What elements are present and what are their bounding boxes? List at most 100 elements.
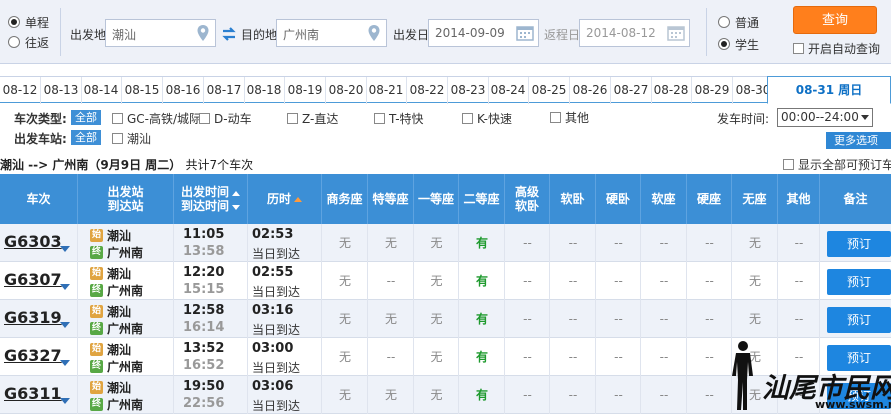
date-tab[interactable]: 08-31 周日 (767, 76, 891, 104)
col-hard-seat: 硬座 (687, 174, 732, 224)
to-station: 终 广州南 (90, 358, 143, 375)
sort-by-depart[interactable]: 出发时间 (181, 185, 240, 199)
ticket-type-student[interactable]: 学生 (718, 33, 759, 55)
train-number-link[interactable]: G6307 (4, 270, 62, 289)
arrive-time: 16:14 (183, 320, 225, 335)
calendar-icon[interactable] (516, 25, 534, 41)
chevron-down-icon[interactable] (60, 284, 70, 290)
train-type-t[interactable]: T-特快 (374, 110, 424, 127)
date-tab[interactable]: 08-22 (407, 77, 448, 104)
station-name: 潮汕 (107, 267, 132, 281)
date-tab[interactable]: 08-15 (122, 77, 163, 104)
depart-time-select[interactable]: 00:00--24:00 (777, 108, 873, 127)
date-tab[interactable]: 08-26 (570, 77, 611, 104)
train-number-link[interactable]: G6303 (4, 232, 62, 251)
col-stations: 出发站 到达站 (78, 174, 174, 224)
train-number-link[interactable]: G6311 (4, 384, 62, 403)
date-tab[interactable]: 08-29 (692, 77, 733, 104)
train-type-d[interactable]: D-动车 (199, 110, 252, 127)
sort-up-icon (232, 191, 240, 196)
station-option[interactable]: 潮汕 (112, 130, 151, 147)
seat-high-soft: -- (523, 312, 532, 326)
date-tab[interactable]: 08-23 (448, 77, 489, 104)
column-header-label: 软卧 (560, 192, 585, 206)
depart-date-input[interactable]: 2014-09-09 (428, 19, 539, 47)
seat-premium: 无 (384, 312, 397, 326)
trip-type-label: 单程 (25, 15, 50, 30)
seat-business: 无 (338, 388, 351, 402)
to-station-value: 广州南 (283, 28, 320, 42)
location-pin-icon[interactable] (196, 24, 210, 42)
train-type-k[interactable]: K-快速 (462, 110, 512, 127)
date-tab[interactable]: 08-24 (488, 77, 529, 104)
from-station-input[interactable]: 潮汕 (105, 19, 216, 47)
chevron-down-icon[interactable] (60, 246, 70, 252)
book-button[interactable]: 预订 (827, 269, 891, 295)
date-tab[interactable]: 08-13 (41, 77, 82, 104)
station-all-button[interactable]: 全部 (71, 130, 101, 145)
auto-query-checkbox[interactable]: 开启自动查询 (793, 40, 880, 57)
date-tab[interactable]: 08-18 (244, 77, 285, 104)
return-date-label: 返程日 (544, 28, 581, 42)
date-tab[interactable]: 08-16 (163, 77, 204, 104)
date-tab[interactable]: 08-28 (651, 77, 692, 104)
checkbox-icon (462, 113, 473, 124)
show-all-checkbox[interactable]: 显示全部可预订车次 (783, 156, 891, 173)
from-station: 始 潮汕 (90, 265, 131, 282)
train-type-all-button[interactable]: 全部 (71, 110, 101, 125)
chevron-down-icon[interactable] (60, 322, 70, 328)
seat-second: 有 (475, 236, 488, 250)
calendar-icon[interactable] (667, 25, 685, 41)
seat-hard-seat: -- (705, 350, 714, 364)
date-tab[interactable]: 08-20 (326, 77, 367, 104)
depart-time: 12:58 (183, 303, 225, 318)
more-options-button[interactable]: 更多选项 (826, 132, 891, 161)
cell-divider (77, 224, 78, 262)
search-bar: 单程 往返 出发地 潮汕 目的地 广州南 出发日 2014-09-09 返程日 … (0, 0, 891, 64)
return-date-input[interactable]: 2014-08-12 (579, 19, 690, 47)
seat-high-soft: -- (523, 236, 532, 250)
to-station-input[interactable]: 广州南 (276, 19, 387, 47)
train-type-option-label: K-快速 (477, 112, 512, 126)
checkbox-icon (550, 112, 561, 123)
cell-divider (247, 338, 248, 376)
location-pin-icon[interactable] (367, 24, 381, 42)
train-type-other[interactable]: 其他 (550, 109, 589, 126)
book-button[interactable]: 预订 (827, 231, 891, 257)
train-number-link[interactable]: G6327 (4, 346, 62, 365)
seat-hard-seat: -- (705, 388, 714, 402)
column-header-label: 软卧 (514, 199, 539, 213)
col-hard-sleeper: 硬卧 (596, 174, 641, 224)
date-tab[interactable]: 08-19 (285, 77, 326, 104)
date-tab[interactable]: 08-17 (204, 77, 245, 104)
trip-type-oneway[interactable]: 单程 (8, 12, 49, 32)
date-tab[interactable]: 08-27 (611, 77, 652, 104)
date-tab[interactable]: 08-25 (529, 77, 570, 104)
from-station: 始 潮汕 (90, 303, 131, 320)
train-type-gc[interactable]: GC-高铁/城际 (112, 110, 201, 127)
seat-first: 无 (430, 350, 443, 364)
table-row: G6319 始 潮汕 终 广州南 12:58 16:14 03:16 当日到达 … (0, 300, 891, 338)
start-station-icon: 始 (90, 229, 103, 242)
date-tab[interactable]: 08-14 (81, 77, 122, 104)
seat-hard-sleeper: -- (614, 350, 623, 364)
sort-by-arrive[interactable]: 到达时间 (181, 199, 240, 213)
search-button[interactable]: 查询 (793, 6, 877, 34)
from-station-value: 潮汕 (112, 28, 137, 42)
swap-stations-icon[interactable] (221, 27, 237, 41)
chevron-down-icon[interactable] (60, 360, 70, 366)
ticket-type-label: 学生 (735, 37, 760, 52)
checkbox-icon (287, 113, 298, 124)
chevron-down-icon[interactable] (60, 398, 70, 404)
column-header-label: 其他 (786, 192, 811, 206)
col-duration[interactable]: 历时 (248, 174, 322, 224)
ticket-type-adult[interactable]: 普通 (718, 11, 759, 33)
train-type-z[interactable]: Z-直达 (287, 110, 338, 127)
train-number-link[interactable]: G6319 (4, 308, 62, 327)
date-tab[interactable]: 08-12 (0, 77, 41, 104)
seat-soft-seat: -- (659, 312, 669, 326)
date-tab[interactable]: 08-21 (366, 77, 407, 104)
book-button[interactable]: 预订 (827, 307, 891, 333)
col-times[interactable]: 出发时间 到达时间 (174, 174, 248, 224)
trip-type-roundtrip[interactable]: 往返 (8, 32, 49, 52)
